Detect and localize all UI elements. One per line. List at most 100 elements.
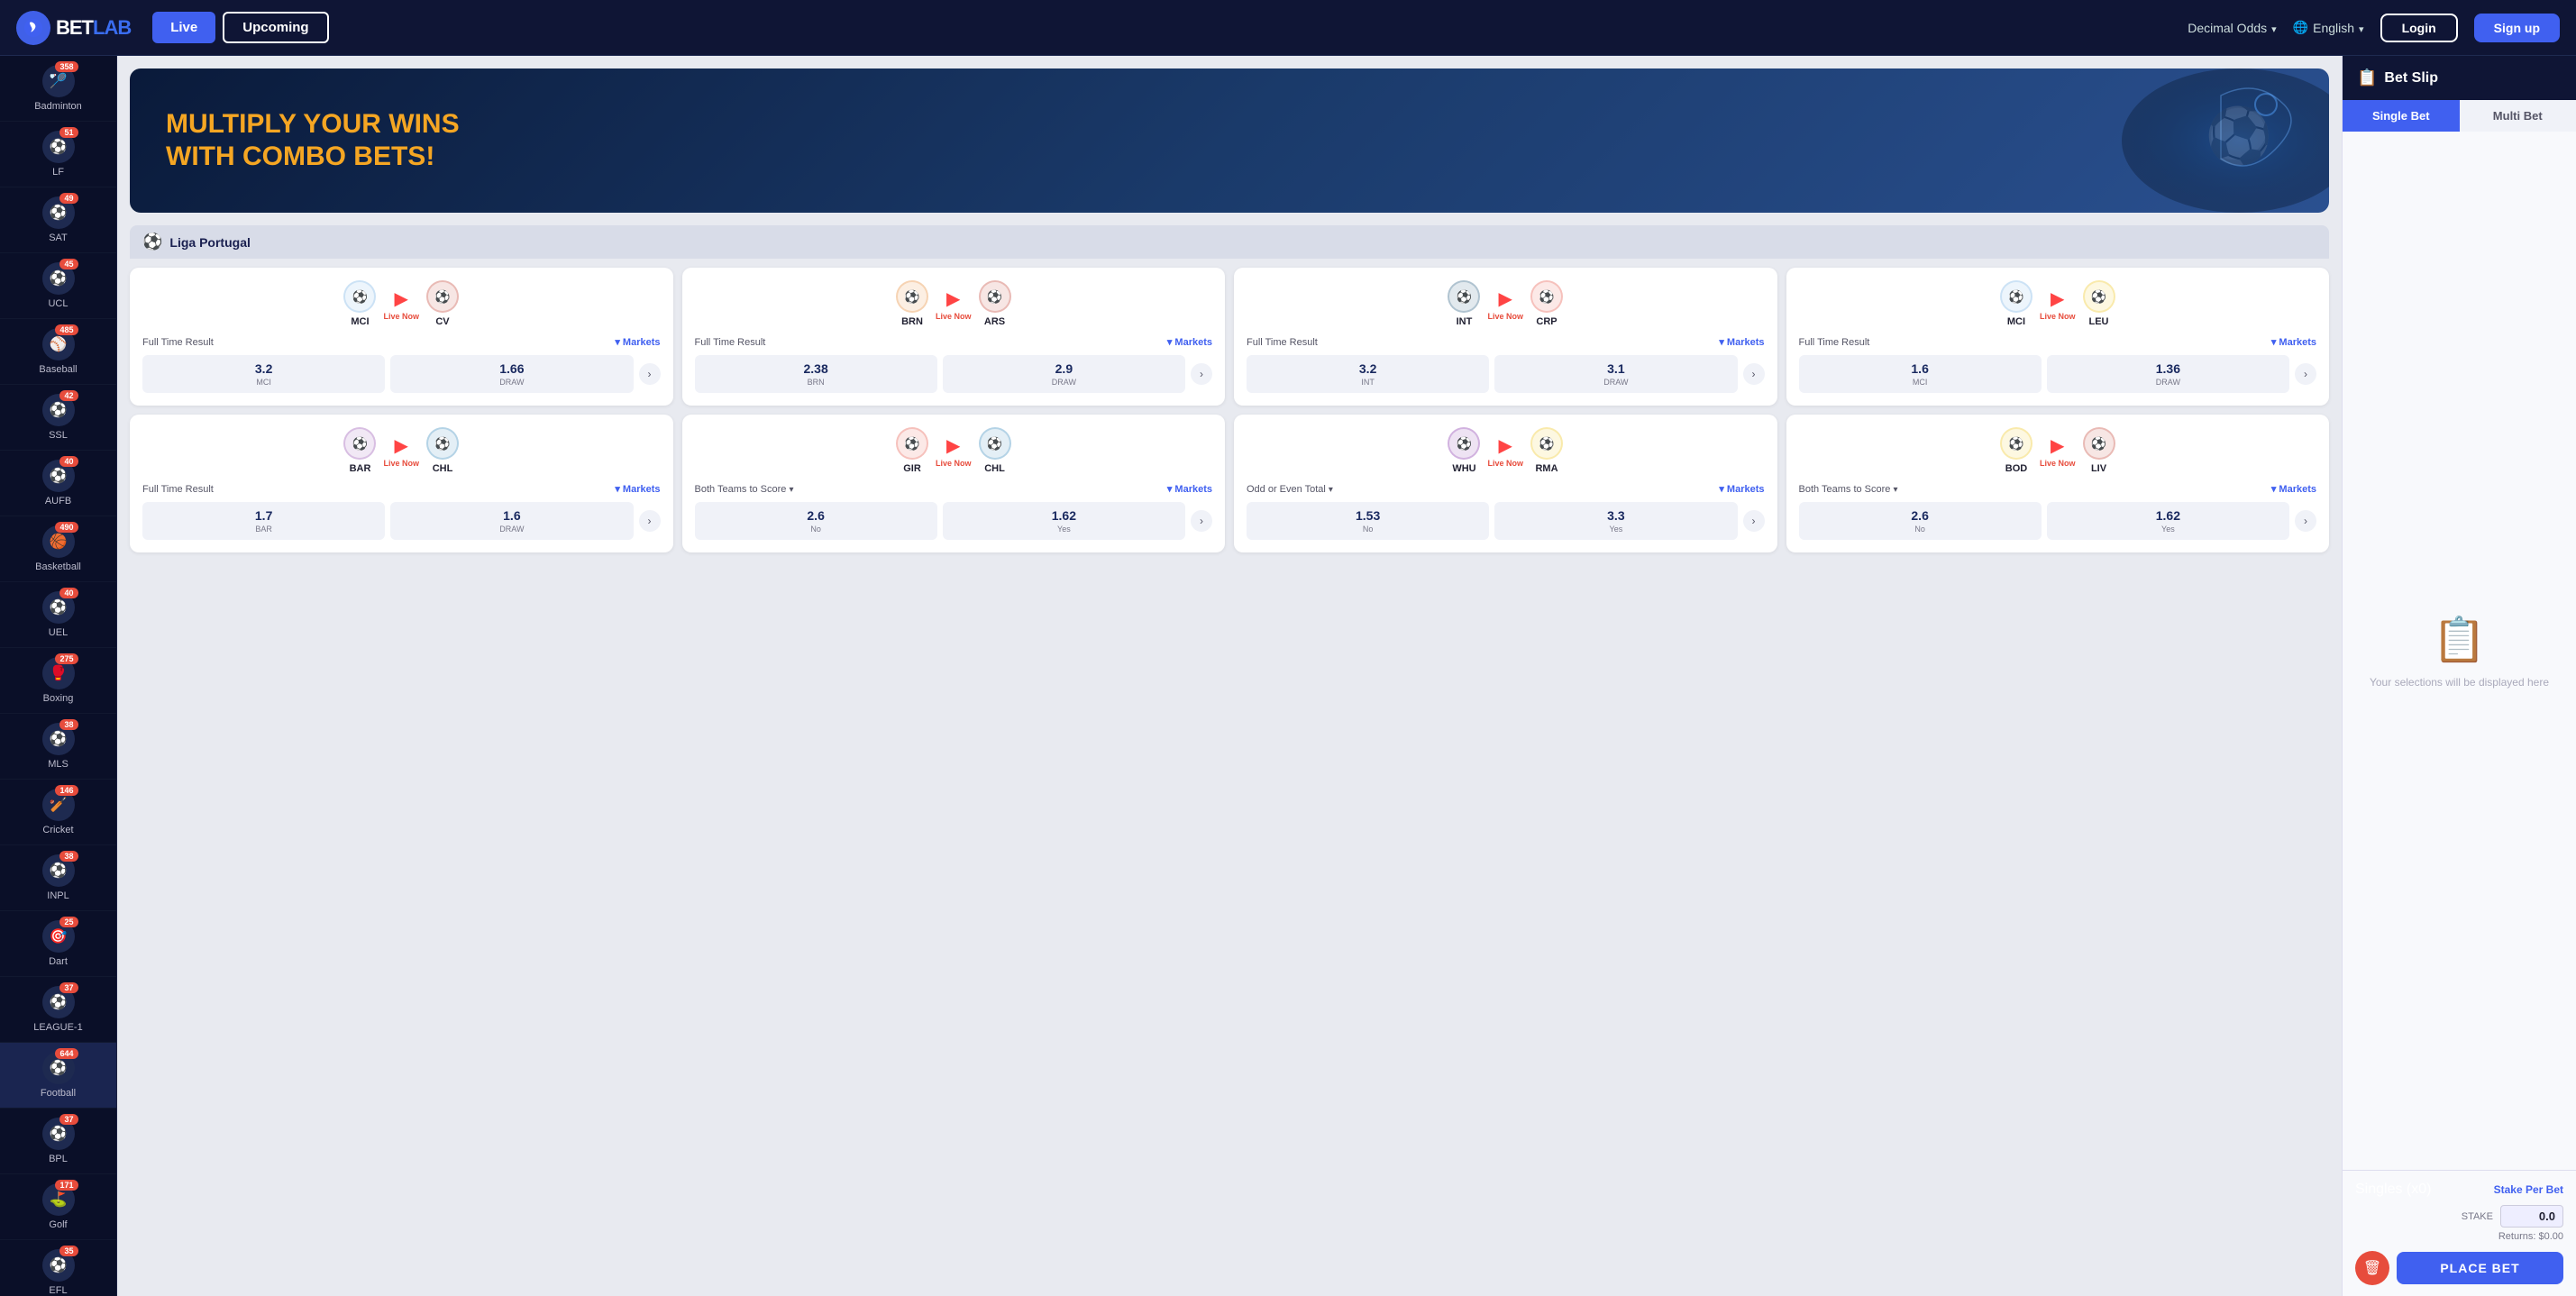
odd-btn-2[interactable]: 1.6 DRAW xyxy=(390,502,633,540)
markets-link[interactable]: ▾ Markets xyxy=(615,483,660,495)
match-market: Odd or Even Total ▾ ▾ Markets xyxy=(1247,483,1765,495)
odd-btn-2[interactable]: 1.36 DRAW xyxy=(2047,355,2289,393)
sidebar-item-dart[interactable]: 🎯 25 Dart xyxy=(0,911,116,977)
odd-btn-1[interactable]: 1.6 MCI xyxy=(1799,355,2042,393)
multi-bet-tab[interactable]: Multi Bet xyxy=(2460,100,2576,132)
home-team: ⚽ BRN xyxy=(896,280,928,327)
sport-label-dart: Dart xyxy=(49,956,68,967)
sidebar-item-uel[interactable]: ⚽ 40 UEL xyxy=(0,582,116,648)
odd-btn-2[interactable]: 3.1 DRAW xyxy=(1494,355,1737,393)
away-team-name: LIV xyxy=(2091,463,2106,474)
sidebar-item-cricket[interactable]: 🏏 146 Cricket xyxy=(0,780,116,845)
lang-chevron-icon xyxy=(2359,21,2364,35)
lang-selector[interactable]: English xyxy=(2293,20,2364,35)
sport-label-bpl: BPL xyxy=(49,1154,68,1164)
odd-btn-1[interactable]: 3.2 MCI xyxy=(142,355,385,393)
away-team-logo: ⚽ xyxy=(2083,280,2115,313)
sidebar-item-ucl[interactable]: ⚽ 45 UCL xyxy=(0,253,116,319)
sport-badge-ssl: 42 xyxy=(59,390,78,401)
odds-arrow-btn[interactable]: › xyxy=(1191,363,1212,385)
live-now-label: Live Now xyxy=(936,459,972,468)
signup-button[interactable]: Sign up xyxy=(2474,14,2560,42)
sport-badge-badminton: 358 xyxy=(55,61,78,72)
odds-arrow-btn[interactable]: › xyxy=(2295,363,2316,385)
odds-arrow-btn[interactable]: › xyxy=(1743,363,1765,385)
home-team-logo: ⚽ xyxy=(343,280,376,313)
sidebar-item-football[interactable]: ⚽ 644 Football xyxy=(0,1043,116,1109)
home-team: ⚽ WHU xyxy=(1448,427,1480,474)
markets-link[interactable]: ▾ Markets xyxy=(1167,336,1212,348)
odd-btn-2[interactable]: 1.66 DRAW xyxy=(390,355,633,393)
markets-link[interactable]: ▾ Markets xyxy=(1719,336,1764,348)
away-team-name: CV xyxy=(435,316,449,327)
sport-label-sat: SAT xyxy=(49,233,68,243)
sport-badge-basketball: 490 xyxy=(55,522,78,533)
odds-selector[interactable]: Decimal Odds xyxy=(2188,21,2276,35)
nav-right: Decimal Odds English Login Sign up xyxy=(2188,14,2560,42)
sidebar-item-basketball[interactable]: 🏀 490 Basketball xyxy=(0,516,116,582)
market-name: Full Time Result xyxy=(1799,337,1870,348)
odd-btn-1[interactable]: 1.7 BAR xyxy=(142,502,385,540)
markets-link[interactable]: ▾ Markets xyxy=(2271,483,2316,495)
sidebar-item-boxing[interactable]: 🥊 275 Boxing xyxy=(0,648,116,714)
odds-row: 1.7 BAR 1.6 DRAW › xyxy=(142,502,661,540)
markets-link[interactable]: ▾ Markets xyxy=(615,336,660,348)
sidebar-item-inpl[interactable]: ⚽ 38 INPL xyxy=(0,845,116,911)
topnav: BETLAB Live Upcoming Decimal Odds Englis… xyxy=(0,0,2576,56)
sidebar-item-aufb[interactable]: ⚽ 40 AUFB xyxy=(0,451,116,516)
sidebar-item-league1[interactable]: ⚽ 37 LEAGUE-1 xyxy=(0,977,116,1043)
banner-title-line1: MULTIPLY YOUR WINS xyxy=(166,108,460,141)
sport-icon-sat: ⚽ 49 xyxy=(42,196,75,229)
odd-btn-1[interactable]: 2.38 BRN xyxy=(695,355,937,393)
match-teams: ⚽ BAR ▶ Live Now ⚽ CHL xyxy=(142,427,661,474)
away-team-name: ARS xyxy=(984,316,1005,327)
odd-btn-1[interactable]: 3.2 INT xyxy=(1247,355,1489,393)
match-market: Full Time Result ▾ Markets xyxy=(695,336,1213,348)
odd-btn-2[interactable]: 1.62 Yes xyxy=(2047,502,2289,540)
sidebar-item-efl[interactable]: ⚽ 35 EFL xyxy=(0,1240,116,1296)
match-teams: ⚽ MCI ▶ Live Now ⚽ LEU xyxy=(1799,280,2317,327)
odds-arrow-btn[interactable]: › xyxy=(1743,510,1765,532)
odd-btn-2[interactable]: 3.3 Yes xyxy=(1494,502,1737,540)
stake-input[interactable] xyxy=(2500,1205,2563,1228)
live-play-icon: ▶ xyxy=(1499,287,1512,310)
odd-btn-2[interactable]: 1.62 Yes xyxy=(943,502,1185,540)
sidebar-item-lf[interactable]: ⚽ 51 LF xyxy=(0,122,116,187)
match-card: ⚽ BOD ▶ Live Now ⚽ LIV Both Teams to Sco… xyxy=(1786,415,2330,552)
upcoming-button[interactable]: Upcoming xyxy=(223,12,328,43)
delete-button[interactable]: 🗑 xyxy=(2355,1251,2389,1285)
live-button[interactable]: Live xyxy=(152,12,215,43)
sidebar-item-ssl[interactable]: ⚽ 42 SSL xyxy=(0,385,116,451)
markets-link[interactable]: ▾ Markets xyxy=(1719,483,1764,495)
sidebar-item-mls[interactable]: ⚽ 38 MLS xyxy=(0,714,116,780)
match-card: ⚽ INT ▶ Live Now ⚽ CRP Full Time Result … xyxy=(1234,268,1777,406)
league-header: ⚽ Liga Portugal xyxy=(130,225,2329,259)
place-bet-button[interactable]: PLACE BET xyxy=(2397,1252,2563,1284)
odds-arrow-btn[interactable]: › xyxy=(639,363,661,385)
sidebar-item-sat[interactable]: ⚽ 49 SAT xyxy=(0,187,116,253)
sidebar-item-baseball[interactable]: ⚾ 485 Baseball xyxy=(0,319,116,385)
odds-row: 2.38 BRN 2.9 DRAW › xyxy=(695,355,1213,393)
markets-link[interactable]: ▾ Markets xyxy=(1167,483,1212,495)
sport-icon-baseball: ⚾ 485 xyxy=(42,328,75,361)
odd-btn-2[interactable]: 2.9 DRAW xyxy=(943,355,1185,393)
sport-badge-golf: 171 xyxy=(55,1180,78,1191)
live-now-label: Live Now xyxy=(1487,459,1523,468)
odds-arrow-btn[interactable]: › xyxy=(1191,510,1212,532)
odd-btn-1[interactable]: 2.6 No xyxy=(695,502,937,540)
sport-icon-golf: ⛳ 171 xyxy=(42,1183,75,1216)
sport-badge-bpl: 37 xyxy=(59,1114,78,1125)
login-button[interactable]: Login xyxy=(2380,14,2458,42)
odd-btn-1[interactable]: 1.53 No xyxy=(1247,502,1489,540)
live-play-icon: ▶ xyxy=(395,287,408,310)
sidebar-item-badminton[interactable]: 🏸 358 Badminton xyxy=(0,56,116,122)
markets-link[interactable]: ▾ Markets xyxy=(2271,336,2316,348)
single-bet-tab[interactable]: Single Bet xyxy=(2343,100,2460,132)
sport-label-badminton: Badminton xyxy=(34,101,82,112)
odds-arrow-btn[interactable]: › xyxy=(2295,510,2316,532)
odd-btn-1[interactable]: 2.6 No xyxy=(1799,502,2042,540)
away-team-logo: ⚽ xyxy=(979,427,1011,460)
sidebar-item-bpl[interactable]: ⚽ 37 BPL xyxy=(0,1109,116,1174)
sidebar-item-golf[interactable]: ⛳ 171 Golf xyxy=(0,1174,116,1240)
odds-arrow-btn[interactable]: › xyxy=(639,510,661,532)
